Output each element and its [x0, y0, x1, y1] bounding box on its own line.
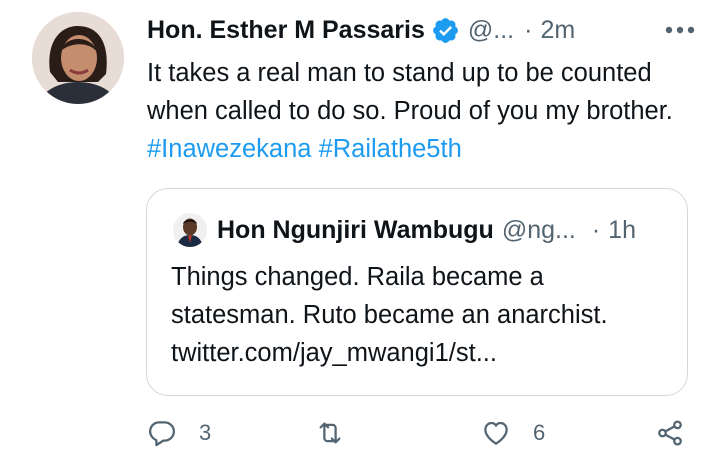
- tweet-actions-bar: 3 6: [147, 418, 692, 457]
- quoted-tweet-card[interactable]: Hon Ngunjiri Wambugu @ng... · 1h Things …: [146, 188, 688, 396]
- reply-button[interactable]: 3: [147, 418, 211, 448]
- author-handle[interactable]: @...: [468, 16, 514, 45]
- hashtag-link[interactable]: #Railathe5th: [319, 135, 462, 163]
- hashtag-link[interactable]: #Inawezekana: [147, 135, 311, 163]
- tweet-header: Hon. Esther M Passaris @... · 2m: [147, 12, 700, 48]
- author-name[interactable]: Hon. Esther M Passaris: [147, 16, 425, 45]
- like-button[interactable]: 6: [481, 418, 545, 448]
- heart-icon: [484, 421, 508, 445]
- quoted-author-name[interactable]: Hon Ngunjiri Wambugu: [217, 216, 494, 245]
- quoted-tweet-timestamp[interactable]: 1h: [608, 216, 636, 245]
- more-options-icon[interactable]: [660, 16, 700, 44]
- reply-icon: [149, 421, 175, 447]
- profile-photo-icon: [32, 12, 124, 104]
- separator-dot: ·: [591, 215, 601, 244]
- tweet-text: It takes a real man to stand up to be co…: [147, 54, 707, 168]
- profile-photo-icon: [173, 213, 207, 247]
- separator-dot: ·: [524, 15, 533, 44]
- quoted-tweet-header: Hon Ngunjiri Wambugu @ng... · 1h: [173, 213, 669, 247]
- tweet-timestamp[interactable]: 2m: [540, 16, 575, 45]
- reply-count: 3: [199, 420, 212, 445]
- share-button[interactable]: [655, 418, 685, 448]
- share-icon: [658, 420, 682, 446]
- quoted-author-handle[interactable]: @ng...: [502, 216, 576, 245]
- quoted-link[interactable]: twitter.com/jay_mwangi1/st...: [171, 334, 671, 372]
- quoted-author-avatar[interactable]: [173, 213, 207, 247]
- author-avatar[interactable]: [32, 12, 124, 104]
- tweet-body: It takes a real man to stand up to be co…: [147, 59, 673, 125]
- quoted-tweet-text: Things changed. Raila became a statesman…: [171, 258, 671, 372]
- quoted-text-line: Things changed. Raila became a: [171, 263, 544, 291]
- retweet-icon: [319, 422, 341, 444]
- retweet-button[interactable]: [315, 418, 367, 448]
- verified-badge-icon: [431, 16, 460, 45]
- quoted-text-line: statesman. Ruto became an anarchist.: [171, 301, 608, 329]
- like-count: 6: [533, 420, 546, 445]
